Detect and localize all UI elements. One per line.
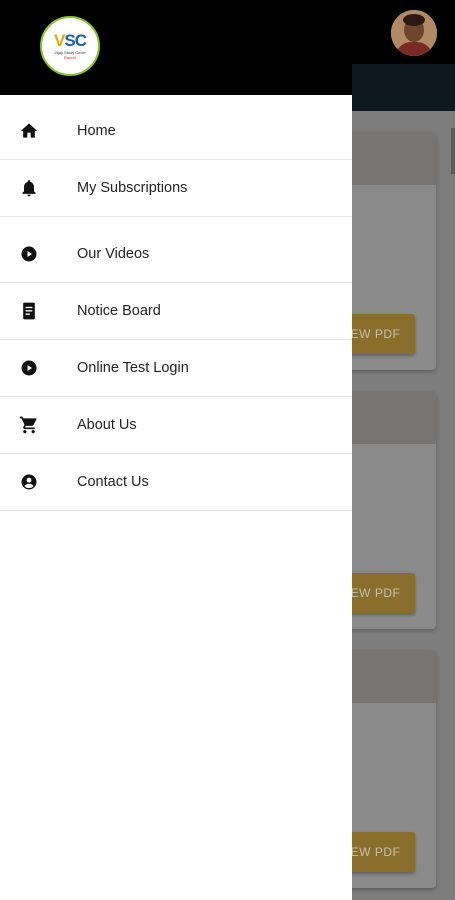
menu-item-about-us[interactable]: About Us <box>0 397 352 454</box>
menu-item-label: Notice Board <box>77 303 161 319</box>
logo-sc-text: SC <box>64 31 87 50</box>
avatar-photo-icon <box>391 10 437 56</box>
nav-strip <box>352 64 455 111</box>
navigation-drawer: Home My Subscriptions Our Videos Notice … <box>0 95 352 900</box>
logo-mark: VSC <box>54 31 87 50</box>
menu-item-my-subscriptions[interactable]: My Subscriptions <box>0 160 352 217</box>
cart-icon <box>19 415 39 435</box>
home-icon <box>19 121 39 141</box>
bell-icon <box>19 178 39 198</box>
menu-item-label: My Subscriptions <box>77 180 188 196</box>
scrollbar[interactable] <box>451 128 455 174</box>
menu-item-label: Home <box>77 123 116 139</box>
menu-item-online-test-login[interactable]: Online Test Login <box>0 340 352 397</box>
menu-item-label: Online Test Login <box>77 360 189 376</box>
menu-item-home[interactable]: Home <box>0 103 352 160</box>
menu-item-label: About Us <box>77 417 137 433</box>
play-circle-icon <box>19 244 39 264</box>
account-circle-icon <box>19 472 39 492</box>
play-circle-icon <box>19 358 39 378</box>
document-icon <box>19 301 39 321</box>
app-logo[interactable]: VSC Vijay Study Circle Ranchi <box>40 16 100 76</box>
menu-item-our-videos[interactable]: Our Videos <box>0 226 352 283</box>
logo-city: Ranchi <box>63 55 77 60</box>
menu-item-contact-us[interactable]: Contact Us <box>0 454 352 511</box>
menu-item-label: Contact Us <box>77 474 149 490</box>
menu-item-label: Our Videos <box>77 246 150 262</box>
logo-v-icon: V <box>54 31 65 50</box>
menu-item-notice-board[interactable]: Notice Board <box>0 283 352 340</box>
avatar[interactable] <box>391 10 437 56</box>
